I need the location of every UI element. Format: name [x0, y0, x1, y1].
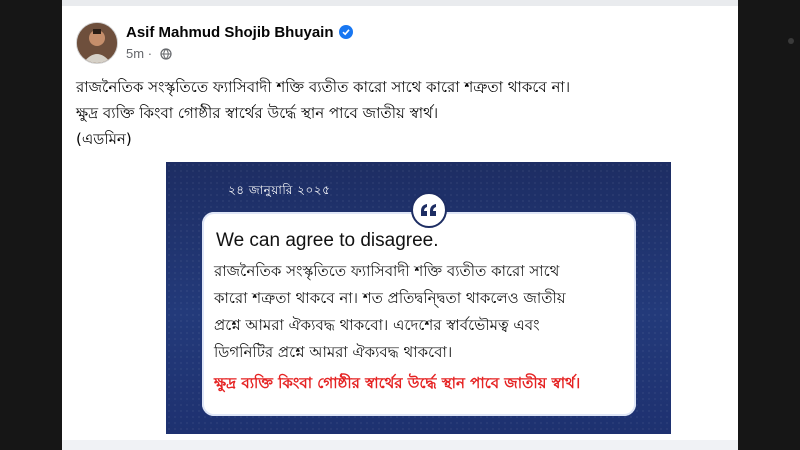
post-text: রাজনৈতিক সংস্কৃতিতে ফ্যাসিবাদী শক্তি ব্য… [76, 74, 716, 152]
author-name-text: Asif Mahmud Shojib Bhuyain [126, 24, 334, 41]
post-text-line-1: রাজনৈতিক সংস্কৃতিতে ফ্যাসিবাদী শক্তি ব্য… [76, 78, 571, 96]
author-name[interactable]: Asif Mahmud Shojib Bhuyain [126, 24, 353, 41]
quote-body: রাজনৈতিক সংস্কৃতিতে ফ্যাসিবাদী শক্তি ব্য… [214, 258, 626, 366]
quote-mark-icon [411, 192, 447, 228]
verified-badge-icon [338, 25, 353, 39]
quote-highlight: ক্ষুদ্র ব্যক্তি কিংবা গোষ্ঠীর স্বার্থের … [214, 374, 581, 392]
background-right [738, 0, 800, 450]
quote-line-2: কারো শত্রুতা থাকবে না। শত প্রতিদ্বন্দ্বি… [214, 289, 566, 307]
globe-icon[interactable] [160, 48, 172, 63]
background-left [0, 0, 62, 450]
post-bottom-divider [62, 440, 738, 450]
card-date: ২৪ জানুয়ারি ২০২৫ [228, 183, 331, 197]
quote-line-4: ডিগনিটির প্রশ্নে আমরা ঐক্যবদ্ধ থাকবো। [214, 343, 453, 361]
post-text-line-2: ক্ষুদ্র ব্যক্তি কিংবা গোষ্ঠীর স্বার্থের … [76, 104, 439, 122]
post-top-divider [62, 0, 738, 6]
post-image[interactable]: ২৪ জানুয়ারি ২০২৫ We can agree to disagr… [166, 162, 671, 434]
quote-line-3: প্রশ্নে আমরা ঐক্যবদ্ধ থাকবো। এদেশের স্বা… [214, 316, 540, 334]
meta-separator: · [147, 46, 153, 61]
quote-title: We can agree to disagree. [216, 230, 439, 251]
more-options-icon[interactable] [788, 38, 794, 44]
post-text-line-3: (এডমিন) [76, 130, 132, 148]
post-card: Asif Mahmud Shojib Bhuyain 5m · রাজনৈতিক… [62, 0, 738, 450]
post-time[interactable]: 5m [126, 46, 144, 61]
post-meta: 5m · [126, 46, 172, 63]
quote-box: We can agree to disagree. রাজনৈতিক সংস্ক… [202, 212, 636, 416]
avatar[interactable] [76, 22, 118, 64]
quote-line-1: রাজনৈতিক সংস্কৃতিতে ফ্যাসিবাদী শক্তি ব্য… [214, 262, 560, 280]
